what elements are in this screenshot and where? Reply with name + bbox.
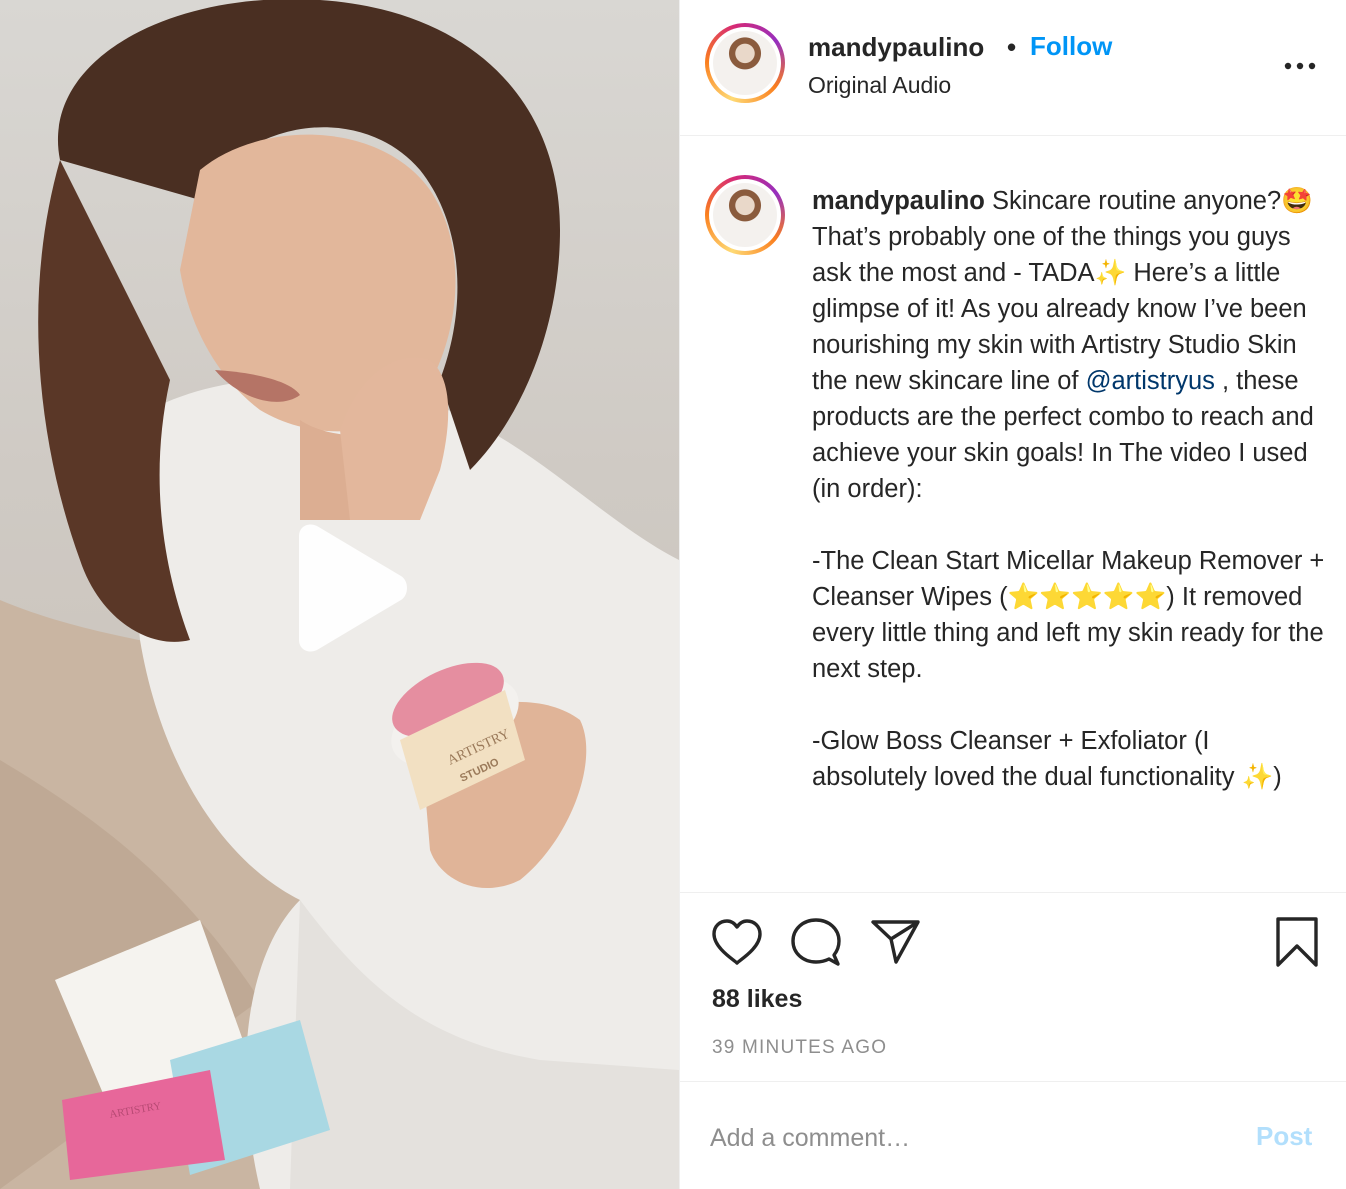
avatar-image — [713, 31, 777, 95]
caption-body-2: , these products are the perfect combo t… — [812, 367, 1325, 791]
post-header: mandypaulino • Follow Original Audio — [680, 0, 1346, 136]
separator-dot: • — [1007, 32, 1017, 62]
caption-body-1: Skincare routine anyone?🤩 That’s probabl… — [812, 187, 1320, 395]
play-icon[interactable] — [283, 522, 413, 654]
username-link[interactable]: mandypaulino — [808, 32, 984, 63]
avatar-image — [713, 183, 777, 247]
post-comment-button[interactable]: Post — [1256, 1121, 1312, 1152]
heart-icon[interactable] — [710, 918, 764, 968]
post-actions: 88 likes 39 MINUTES AGO — [680, 892, 1346, 1082]
avatar[interactable] — [705, 23, 785, 103]
comment-input[interactable] — [710, 1113, 1230, 1163]
comment-icon[interactable] — [790, 917, 842, 969]
post-timestamp[interactable]: 39 MINUTES AGO — [712, 1037, 887, 1059]
caption-section: mandypaulino Skincare routine anyone?🤩 T… — [680, 137, 1346, 892]
bookmark-icon[interactable] — [1274, 915, 1320, 969]
paper-plane-icon[interactable] — [870, 917, 922, 967]
comment-form: Post — [680, 1083, 1346, 1189]
caption-username[interactable]: mandypaulino — [812, 187, 985, 215]
audio-label[interactable]: Original Audio — [808, 72, 951, 99]
likes-count[interactable]: 88 likes — [712, 985, 802, 1014]
more-horizontal-icon[interactable] — [1280, 48, 1320, 78]
caption-text: mandypaulino Skincare routine anyone?🤩 T… — [812, 183, 1327, 795]
post-details-panel: mandypaulino • Follow Original Audio man… — [679, 0, 1346, 1189]
caption-avatar[interactable] — [705, 175, 785, 255]
mention-link[interactable]: @artistryus — [1086, 367, 1215, 395]
follow-button[interactable]: Follow — [1030, 31, 1112, 62]
post-media-video[interactable]: ARTISTRY STUDIO ARTISTRY — [0, 0, 679, 1189]
